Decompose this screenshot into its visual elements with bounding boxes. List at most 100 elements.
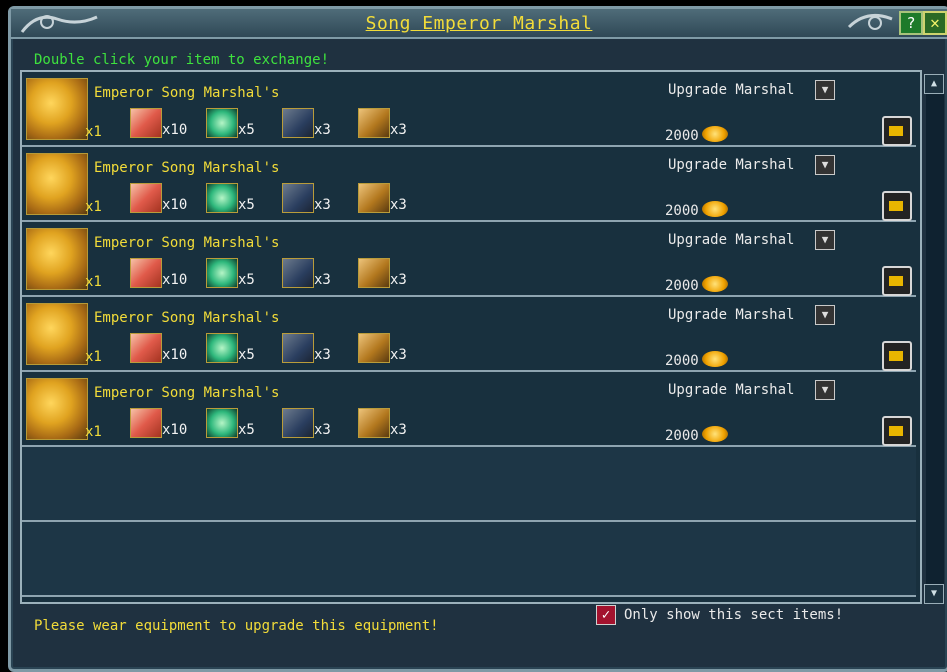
upgrade-label: Upgrade Marshal [668,307,795,323]
upgrade-dropdown-button[interactable]: ▼ [815,380,835,400]
material-count: x3 [314,272,331,288]
material-count: x3 [314,197,331,213]
gold-ingot-icon [702,126,728,142]
material-orb-icon[interactable] [206,333,238,363]
item-name: Emperor Song Marshal's [94,385,280,401]
footer-message: Please wear equipment to upgrade this eq… [34,618,439,634]
material-orb-icon[interactable] [206,108,238,138]
material-scroll-icon[interactable] [130,183,162,213]
sect-filter-checkbox[interactable]: ✓ [596,605,616,625]
material-count: x10 [162,272,188,288]
sect-filter-label[interactable]: Only show this sect items! [624,607,843,623]
material-ore-icon[interactable] [358,108,390,138]
item-name: Emperor Song Marshal's [94,160,280,176]
item-name: Emperor Song Marshal's [94,85,280,101]
material-count: x10 [162,197,188,213]
upgrade-dropdown-button[interactable]: ▼ [815,80,835,100]
material-count: x3 [390,422,407,438]
item-icon[interactable] [26,378,88,440]
item-qty: x1 [85,424,102,440]
material-scroll-icon[interactable] [130,408,162,438]
material-stone-icon[interactable] [282,183,314,213]
list-item-empty [22,447,916,522]
item-name: Emperor Song Marshal's [94,235,280,251]
scrollbar-track[interactable] [926,74,944,602]
lock-icon[interactable] [882,116,912,146]
exchange-list: Emperor Song Marshal's x1 x10 x5 x3 x3 U… [20,70,922,604]
upgrade-label: Upgrade Marshal [668,82,795,98]
gold-ingot-icon [702,351,728,367]
material-orb-icon[interactable] [206,258,238,288]
material-orb-icon[interactable] [206,183,238,213]
item-icon[interactable] [26,303,88,365]
scroll-down-button[interactable]: ▼ [924,584,944,604]
help-button[interactable]: ? [899,11,923,35]
material-count: x3 [390,272,407,288]
material-stone-icon[interactable] [282,408,314,438]
list-item[interactable]: Emperor Song Marshal's x1 x10 x5 x3 x3 U… [22,372,916,447]
upgrade-dropdown-button[interactable]: ▼ [815,230,835,250]
material-count: x5 [238,272,255,288]
item-qty: x1 [85,199,102,215]
list-item[interactable]: Emperor Song Marshal's x1 x10 x5 x3 x3 U… [22,72,916,147]
upgrade-dropdown-button[interactable]: ▼ [815,305,835,325]
material-orb-icon[interactable] [206,408,238,438]
material-count: x10 [162,122,188,138]
lock-icon[interactable] [882,416,912,446]
material-scroll-icon[interactable] [130,258,162,288]
material-ore-icon[interactable] [358,258,390,288]
lock-icon[interactable] [882,341,912,371]
price-value: 2000 [665,353,699,369]
material-ore-icon[interactable] [358,333,390,363]
price-value: 2000 [665,428,699,444]
material-count: x5 [238,422,255,438]
material-count: x3 [314,122,331,138]
lock-icon[interactable] [882,191,912,221]
material-scroll-icon[interactable] [130,108,162,138]
scroll-up-button[interactable]: ▲ [924,74,944,94]
item-icon[interactable] [26,228,88,290]
item-icon[interactable] [26,153,88,215]
price-value: 2000 [665,203,699,219]
price-value: 2000 [665,278,699,294]
list-item-empty [22,522,916,597]
material-count: x3 [390,197,407,213]
item-qty: x1 [85,274,102,290]
gold-ingot-icon [702,276,728,292]
upgrade-label: Upgrade Marshal [668,232,795,248]
material-count: x3 [390,347,407,363]
gold-ingot-icon [702,201,728,217]
material-scroll-icon[interactable] [130,333,162,363]
upgrade-label: Upgrade Marshal [668,382,795,398]
title-bar: Song Emperor Marshal ? ✕ [11,9,947,39]
material-count: x3 [314,347,331,363]
item-name: Emperor Song Marshal's [94,310,280,326]
window-title: Song Emperor Marshal [365,13,593,34]
material-count: x5 [238,122,255,138]
material-ore-icon[interactable] [358,183,390,213]
list-item[interactable]: Emperor Song Marshal's x1 x10 x5 x3 x3 U… [22,222,916,297]
instructions-text: Double click your item to exchange! [34,52,330,68]
upgrade-label: Upgrade Marshal [668,157,795,173]
material-count: x10 [162,347,188,363]
lock-icon[interactable] [882,266,912,296]
ornament-right-icon [847,13,893,30]
material-count: x5 [238,197,255,213]
material-count: x3 [314,422,331,438]
material-count: x5 [238,347,255,363]
list-item[interactable]: Emperor Song Marshal's x1 x10 x5 x3 x3 U… [22,297,916,372]
gold-ingot-icon [702,426,728,442]
material-stone-icon[interactable] [282,258,314,288]
item-icon[interactable] [26,78,88,140]
material-count: x3 [390,122,407,138]
item-qty: x1 [85,349,102,365]
material-ore-icon[interactable] [358,408,390,438]
item-qty: x1 [85,124,102,140]
material-count: x10 [162,422,188,438]
close-button[interactable]: ✕ [923,11,947,35]
upgrade-dropdown-button[interactable]: ▼ [815,155,835,175]
list-item[interactable]: Emperor Song Marshal's x1 x10 x5 x3 x3 U… [22,147,916,222]
material-stone-icon[interactable] [282,108,314,138]
material-stone-icon[interactable] [282,333,314,363]
price-value: 2000 [665,128,699,144]
